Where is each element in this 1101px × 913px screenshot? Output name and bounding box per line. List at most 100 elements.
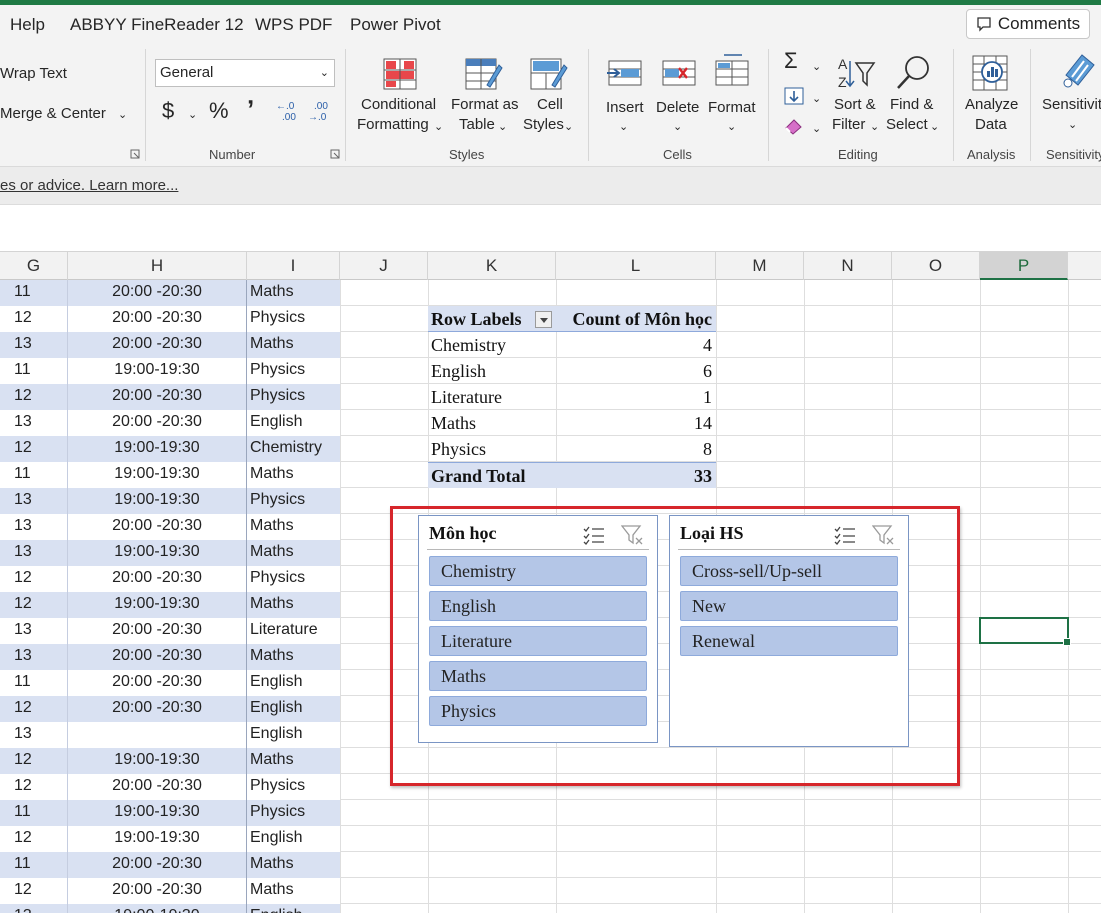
percent-style-button[interactable]: % — [209, 100, 229, 122]
cell-styles-label-1[interactable]: Cell — [537, 95, 563, 115]
format-as-table-icon[interactable] — [463, 55, 503, 95]
table-row[interactable]: 11 20:00 -20:30 Maths — [0, 280, 340, 306]
insert-cells-button[interactable]: Insert — [606, 98, 644, 118]
slicer-mon-hoc[interactable]: Môn học Chemistry English Literature Mat… — [418, 515, 658, 743]
sensitivity-icon[interactable] — [1058, 51, 1098, 91]
chevron-down-icon[interactable]: ⌄ — [619, 117, 628, 137]
chevron-down-icon[interactable]: ⌄ — [498, 117, 507, 137]
wrap-text-button[interactable]: Wrap Text — [0, 64, 67, 84]
slicer-item-cross-sell-up-sell[interactable]: Cross-sell/Up-sell — [680, 556, 898, 586]
slicer-item-new[interactable]: New — [680, 591, 898, 621]
find-select-icon[interactable] — [893, 53, 933, 93]
row-labels-filter-dropdown-icon[interactable] — [535, 311, 552, 328]
slicer-loai-hs[interactable]: Loại HS Cross-sell/Up-sell New Renewal — [669, 515, 909, 747]
currency-format-button[interactable]: $ — [162, 100, 174, 122]
delete-cells-button[interactable]: Delete — [656, 98, 699, 118]
table-row[interactable]: 13 20:00 -20:30 Maths — [0, 644, 340, 670]
conditional-formatting-label-1[interactable]: Conditional — [361, 95, 436, 115]
column-header-i[interactable]: I — [247, 252, 340, 280]
table-row[interactable]: 12 20:00 -20:30 English — [0, 696, 340, 722]
chevron-down-icon[interactable]: ⌄ — [812, 57, 821, 77]
decrease-decimal-button[interactable]: .00 →.0 — [308, 101, 332, 125]
tab-power-pivot[interactable]: Power Pivot — [350, 15, 441, 35]
table-row[interactable]: 11 19:00-19:30 Maths — [0, 462, 340, 488]
table-row[interactable]: 13 20:00 -20:30 Maths — [0, 514, 340, 540]
table-row[interactable]: 13 19:00-19:30 English — [0, 904, 340, 913]
format-as-table-label-1[interactable]: Format as — [451, 95, 519, 115]
format-as-table-label-2[interactable]: Table — [459, 115, 495, 135]
fill-icon[interactable] — [784, 87, 804, 105]
table-row[interactable]: 12 19:00-19:30 Maths — [0, 748, 340, 774]
table-row[interactable]: 13 19:00-19:30 Physics — [0, 488, 340, 514]
analyze-data-icon[interactable] — [970, 53, 1010, 93]
table-row[interactable]: 12 20:00 -20:30 Physics — [0, 306, 340, 332]
table-row[interactable]: 12 19:00-19:30 English — [0, 826, 340, 852]
chevron-down-icon[interactable]: ⌄ — [673, 117, 682, 137]
column-header-p[interactable]: P — [980, 252, 1068, 280]
analyze-data-label-2[interactable]: Data — [975, 115, 1007, 135]
formula-bar-area[interactable] — [0, 205, 1101, 252]
chevron-down-icon[interactable]: ⌄ — [930, 117, 939, 137]
learn-more-link[interactable]: es or advice. Learn more... — [0, 177, 178, 194]
chevron-down-icon[interactable]: ⌄ — [870, 117, 879, 137]
column-header-g[interactable]: G — [0, 252, 68, 280]
format-cells-icon[interactable] — [712, 51, 752, 91]
cell-styles-label-2[interactable]: Styles — [523, 115, 564, 135]
table-row[interactable]: 11 20:00 -20:30 Maths — [0, 852, 340, 878]
table-row[interactable]: 11 20:00 -20:30 English — [0, 670, 340, 696]
chevron-down-icon[interactable]: ⌄ — [812, 89, 821, 109]
column-header-o[interactable]: O — [892, 252, 980, 280]
merge-center-button[interactable]: Merge & Center — [0, 104, 106, 124]
pivot-row[interactable]: Literature 1 — [428, 384, 716, 410]
slicer-item-renewal[interactable]: Renewal — [680, 626, 898, 656]
format-cells-button[interactable]: Format — [708, 98, 756, 118]
pivot-row[interactable]: English 6 — [428, 358, 716, 384]
column-header-l[interactable]: L — [556, 252, 716, 280]
comments-button[interactable]: Comments — [966, 9, 1090, 39]
column-header-h[interactable]: H — [68, 252, 247, 280]
table-row[interactable]: 11 19:00-19:30 Physics — [0, 358, 340, 384]
table-row[interactable]: 11 19:00-19:30 Physics — [0, 800, 340, 826]
delete-cells-icon[interactable] — [659, 55, 699, 95]
table-row[interactable]: 13 English — [0, 722, 340, 748]
increase-decimal-button[interactable]: ←.0 .00 — [276, 101, 300, 125]
clear-icon[interactable] — [784, 117, 804, 135]
multi-select-icon[interactable] — [834, 525, 856, 545]
slicer-item-physics[interactable]: Physics — [429, 696, 647, 726]
table-row[interactable]: 12 20:00 -20:30 Physics — [0, 566, 340, 592]
table-row[interactable]: 12 19:00-19:30 Maths — [0, 592, 340, 618]
sort-filter-label-2[interactable]: Filter — [832, 115, 865, 135]
slicer-item-english[interactable]: English — [429, 591, 647, 621]
clear-filter-icon[interactable] — [621, 524, 645, 546]
column-header-m[interactable]: M — [716, 252, 804, 280]
sensitivity-button[interactable]: Sensitivit — [1042, 95, 1101, 115]
table-row[interactable]: 12 20:00 -20:30 Maths — [0, 878, 340, 904]
chevron-down-icon[interactable]: ⌄ — [727, 117, 736, 137]
insert-cells-icon[interactable] — [605, 55, 645, 95]
sort-filter-icon[interactable]: A Z — [836, 53, 876, 93]
table-row[interactable]: 13 20:00 -20:30 English — [0, 410, 340, 436]
slicer-item-maths[interactable]: Maths — [429, 661, 647, 691]
table-row[interactable]: 13 20:00 -20:30 Maths — [0, 332, 340, 358]
analyze-data-label-1[interactable]: Analyze — [965, 95, 1018, 115]
currency-dropdown-chevron-icon[interactable]: ⌄ — [188, 105, 197, 125]
merge-dropdown-chevron-icon[interactable]: ⌄ — [118, 105, 127, 125]
active-cell[interactable] — [979, 617, 1071, 646]
table-row[interactable]: 13 20:00 -20:30 Literature — [0, 618, 340, 644]
table-row[interactable]: 12 19:00-19:30 Chemistry — [0, 436, 340, 462]
find-select-label-2[interactable]: Select — [886, 115, 928, 135]
cell-styles-icon[interactable] — [528, 55, 568, 95]
chevron-down-icon[interactable]: ⌄ — [434, 117, 443, 137]
chevron-down-icon[interactable]: ⌄ — [564, 117, 573, 137]
table-row[interactable]: 12 20:00 -20:30 Physics — [0, 774, 340, 800]
table-row[interactable]: 12 20:00 -20:30 Physics — [0, 384, 340, 410]
conditional-formatting-icon[interactable] — [380, 55, 420, 95]
pivot-row[interactable]: Maths 14 — [428, 410, 716, 436]
find-select-label-1[interactable]: Find & — [890, 95, 933, 115]
sort-filter-label-1[interactable]: Sort & — [834, 95, 876, 115]
column-header-k[interactable]: K — [428, 252, 556, 280]
tab-wps-pdf[interactable]: WPS PDF — [255, 15, 332, 35]
slicer-item-literature[interactable]: Literature — [429, 626, 647, 656]
number-dialog-launcher-icon[interactable] — [330, 149, 340, 159]
column-header-n[interactable]: N — [804, 252, 892, 280]
